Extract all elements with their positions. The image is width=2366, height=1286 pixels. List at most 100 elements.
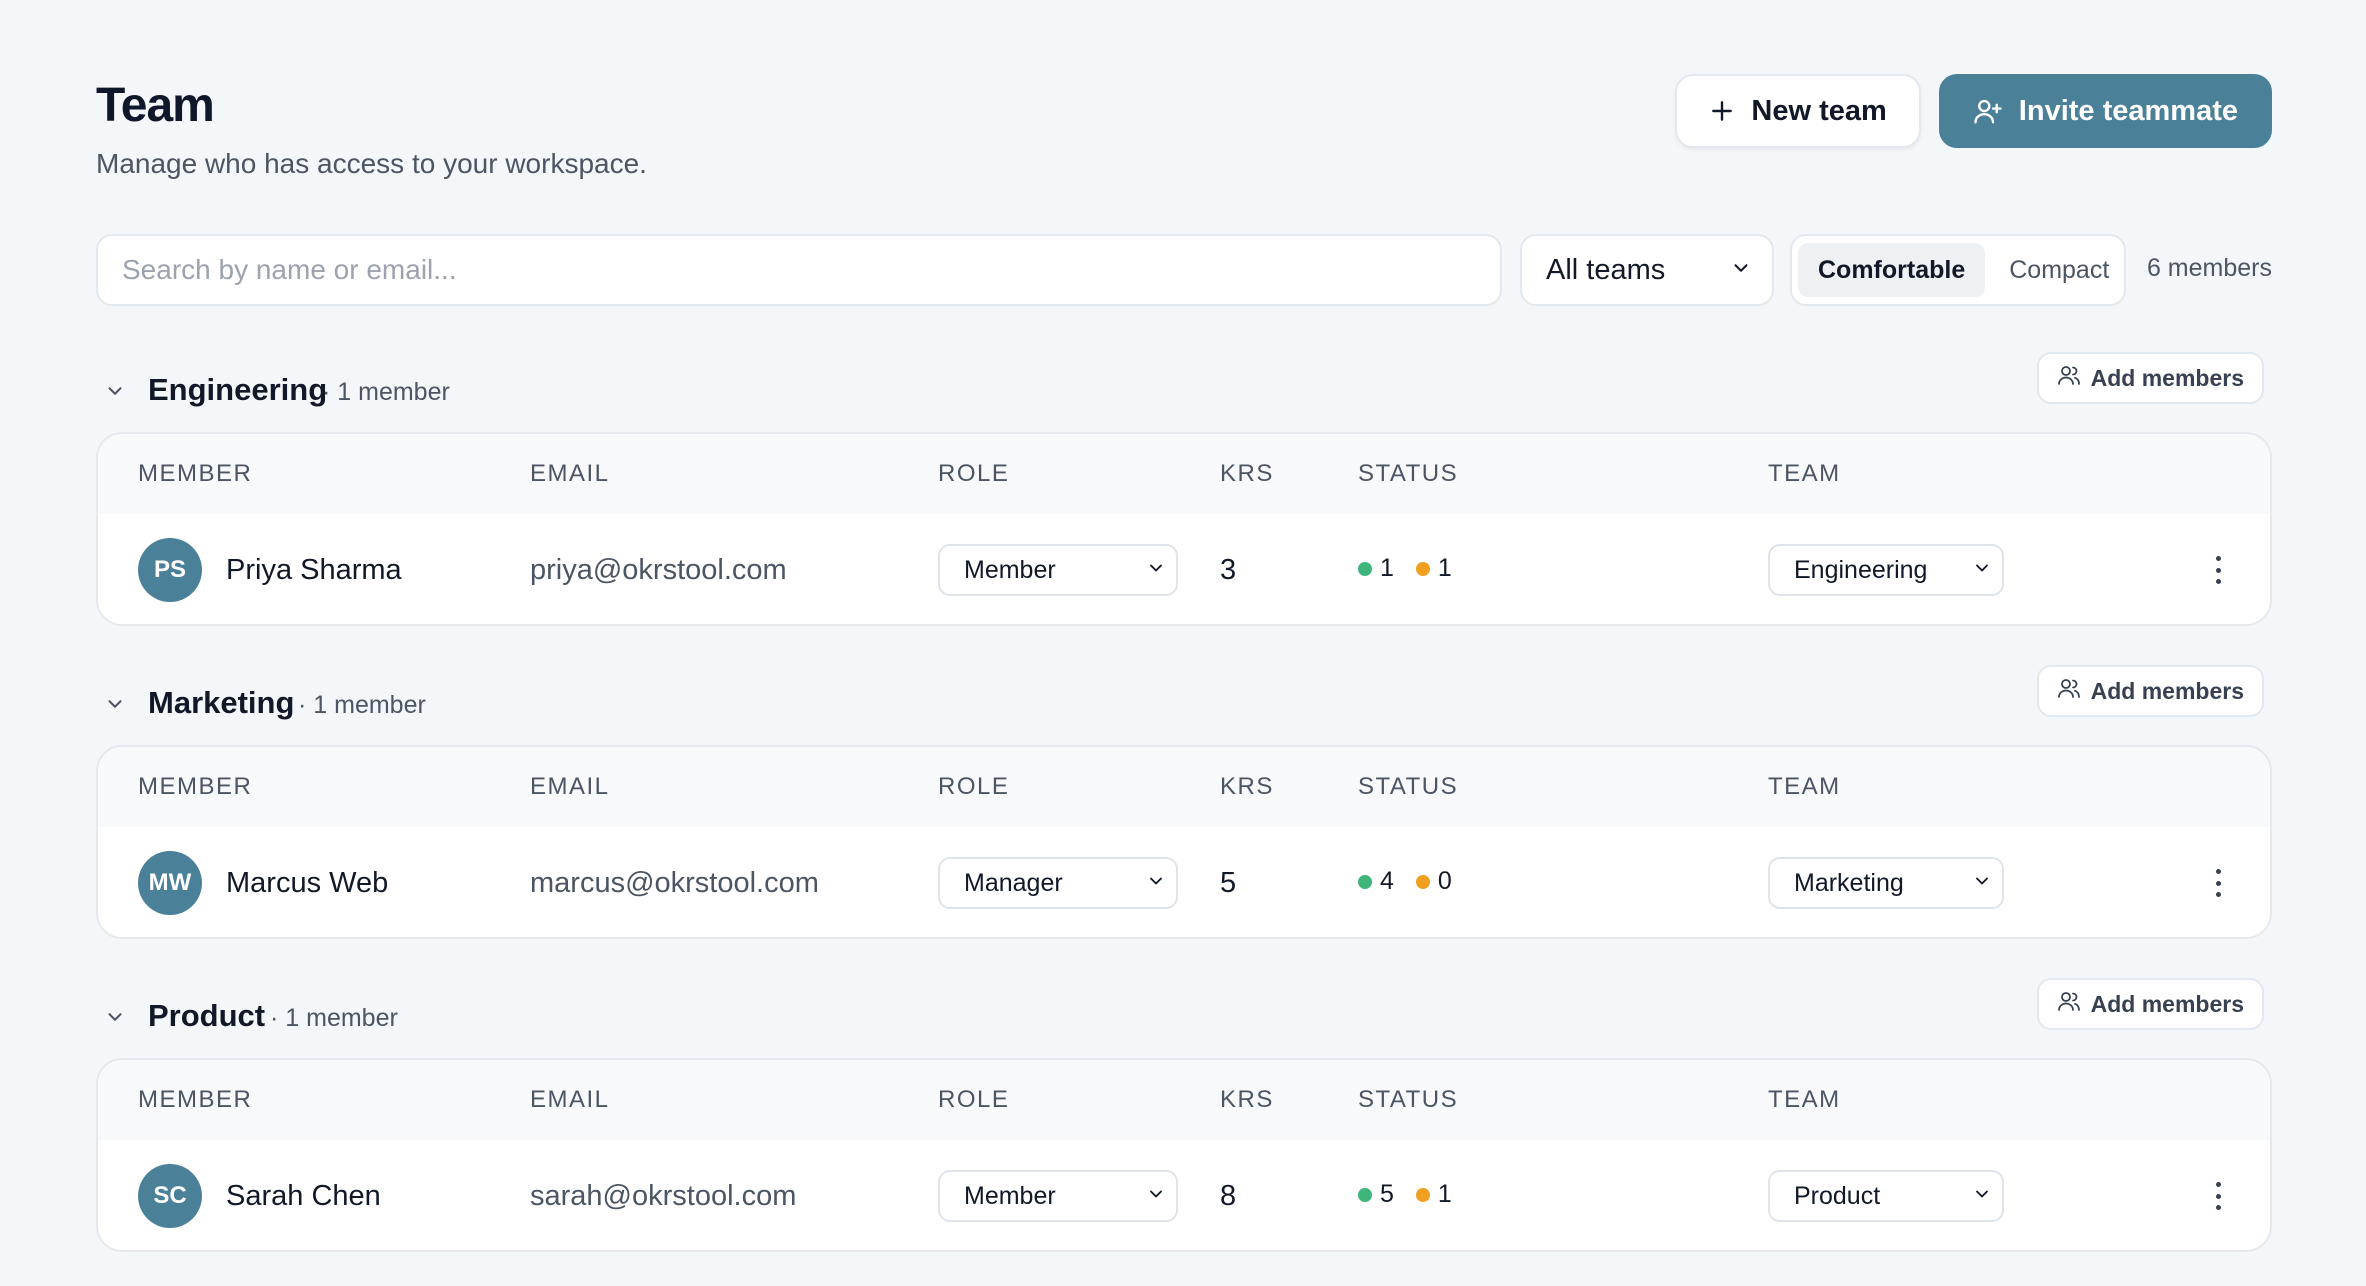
column-krs: KRS: [1220, 773, 1274, 800]
chevron-down-icon: [1146, 869, 1166, 898]
search-input[interactable]: [96, 234, 1502, 306]
chevron-down-icon: [1146, 556, 1166, 585]
on-track-dot-icon: [1358, 561, 1372, 576]
density-toggle: Comfortable Compact: [1790, 234, 2126, 306]
group-header: Product · 1 member Add members: [96, 978, 2272, 1058]
status-summary: 5 1: [1358, 1180, 1452, 1209]
invite-teammate-button[interactable]: Invite teammate: [1938, 74, 2272, 148]
group-name: Engineering: [148, 372, 328, 407]
team-filter-select[interactable]: All teams: [1520, 234, 1774, 306]
users-icon: [2057, 363, 2081, 393]
role-value: Member: [964, 555, 1056, 584]
group-name: Marketing: [148, 685, 295, 720]
group-member-count: · 1 member: [270, 1004, 398, 1032]
role-select[interactable]: Member: [938, 544, 1178, 596]
density-comfortable-option[interactable]: Comfortable: [1798, 243, 1986, 297]
team-select[interactable]: Marketing: [1768, 857, 2004, 909]
at-risk-dot-icon: [1415, 561, 1430, 576]
krs-count: 8: [1220, 1180, 1237, 1212]
invite-teammate-label: Invite teammate: [2018, 94, 2238, 127]
column-member: MEMBER: [138, 460, 253, 487]
members-table: MEMBER EMAIL ROLE KRS STATUS TEAM PS Pri…: [96, 432, 2272, 626]
users-icon: [2057, 676, 2081, 706]
user-plus-icon: [1973, 96, 2003, 126]
on-track-dot-icon: [1358, 1187, 1372, 1202]
member-email: sarah@okrstool.com: [530, 1180, 797, 1212]
column-member: MEMBER: [138, 773, 253, 800]
add-members-button[interactable]: Add members: [2036, 978, 2264, 1030]
column-krs: KRS: [1220, 460, 1274, 487]
group-member-count: · 1 member: [298, 691, 426, 719]
team-value: Marketing: [1794, 868, 1904, 897]
on-track-dot-icon: [1358, 874, 1372, 889]
chevron-down-icon[interactable]: [104, 1006, 126, 1033]
add-members-label: Add members: [2090, 677, 2244, 704]
column-role: ROLE: [938, 460, 1010, 487]
add-members-button[interactable]: Add members: [2036, 352, 2264, 404]
member-name: Sarah Chen: [226, 1180, 381, 1212]
column-team: TEAM: [1768, 773, 1841, 800]
column-email: EMAIL: [530, 1086, 610, 1113]
chevron-down-icon: [1730, 254, 1752, 287]
avatar: PS: [138, 538, 202, 602]
new-team-label: New team: [1751, 94, 1887, 127]
status-orange-count: 1: [1437, 1180, 1452, 1208]
chevron-down-icon: [1146, 1182, 1166, 1211]
role-select[interactable]: Manager: [938, 857, 1178, 909]
team-value: Product: [1794, 1181, 1881, 1210]
more-options-icon[interactable]: [2206, 863, 2230, 903]
page-title: Team: [96, 79, 215, 132]
table-header: MEMBER EMAIL ROLE KRS STATUS TEAM: [98, 434, 2270, 514]
density-compact-option[interactable]: Compact: [1989, 243, 2129, 297]
table-header: MEMBER EMAIL ROLE KRS STATUS TEAM: [98, 1060, 2270, 1140]
column-status: STATUS: [1358, 773, 1459, 800]
status-green-count: 4: [1380, 867, 1394, 895]
column-krs: KRS: [1220, 1086, 1274, 1113]
column-status: STATUS: [1358, 460, 1459, 487]
more-options-icon[interactable]: [2206, 550, 2230, 590]
status-orange-count: 1: [1437, 554, 1452, 582]
column-status: STATUS: [1358, 1086, 1459, 1113]
more-options-icon[interactable]: [2206, 1176, 2230, 1216]
role-select[interactable]: Member: [938, 1170, 1178, 1222]
header-actions: New team Invite teammate: [1675, 74, 2272, 148]
users-icon: [2057, 989, 2081, 1019]
add-members-button[interactable]: Add members: [2036, 665, 2264, 717]
table-row: PS Priya Sharma priya@okrstool.com Membe…: [98, 514, 2270, 624]
role-value: Member: [964, 1181, 1056, 1210]
team-value: Engineering: [1794, 555, 1928, 584]
team-filter-value: All teams: [1546, 253, 1666, 286]
column-role: ROLE: [938, 1086, 1010, 1113]
column-member: MEMBER: [138, 1086, 253, 1113]
page-subtitle: Manage who has access to your workspace.: [96, 148, 647, 179]
page-header: Team Manage who has access to your works…: [96, 0, 2272, 210]
plus-icon: [1709, 98, 1735, 124]
members-table: MEMBER EMAIL ROLE KRS STATUS TEAM SC Sar…: [96, 1058, 2272, 1252]
chevron-down-icon[interactable]: [104, 380, 126, 407]
team-group-product: Product · 1 member Add members MEMBER EM…: [96, 978, 2272, 1252]
status-summary: 1 1: [1358, 554, 1452, 583]
chevron-down-icon: [1972, 869, 1992, 898]
add-members-label: Add members: [2090, 990, 2244, 1017]
team-select[interactable]: Product: [1768, 1170, 2004, 1222]
at-risk-dot-icon: [1415, 874, 1430, 889]
new-team-button[interactable]: New team: [1675, 74, 1921, 148]
chevron-down-icon: [1972, 556, 1992, 585]
status-orange-count: 0: [1437, 867, 1452, 895]
krs-count: 5: [1220, 867, 1237, 899]
column-team: TEAM: [1768, 1086, 1841, 1113]
chevron-down-icon[interactable]: [104, 693, 126, 720]
table-header: MEMBER EMAIL ROLE KRS STATUS TEAM: [98, 747, 2270, 827]
group-header: Engineering · 1 member Add members: [96, 352, 2272, 432]
team-group-marketing: Marketing · 1 member Add members MEMBER …: [96, 665, 2272, 939]
add-members-label: Add members: [2090, 364, 2244, 391]
status-green-count: 1: [1380, 554, 1394, 582]
team-select[interactable]: Engineering: [1768, 544, 2004, 596]
column-email: EMAIL: [530, 773, 610, 800]
column-email: EMAIL: [530, 460, 610, 487]
column-team: TEAM: [1768, 460, 1841, 487]
toolbar: All teams Comfortable Compact 6 members: [96, 234, 2272, 306]
member-name: Priya Sharma: [226, 554, 402, 586]
member-name: Marcus Web: [226, 867, 389, 899]
status-summary: 4 0: [1358, 867, 1452, 896]
